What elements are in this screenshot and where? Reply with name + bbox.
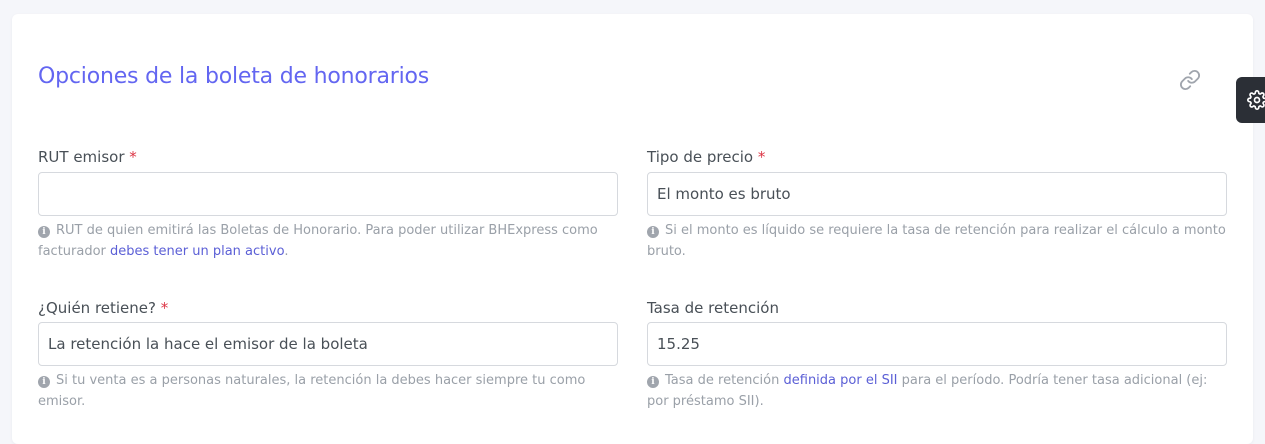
info-icon: i <box>647 226 659 238</box>
rut-emisor-input[interactable] <box>38 172 618 216</box>
info-icon: i <box>647 376 659 388</box>
tipo-precio-help-text: Si el monto es líquido se requiere la ta… <box>647 223 1226 259</box>
quien-retiene-help: i Si tu venta es a personas naturales, la… <box>38 370 618 412</box>
quien-retiene-help-text: Si tu venta es a personas naturales, la … <box>38 373 586 409</box>
rut-emisor-label: RUT emisor * <box>38 150 137 165</box>
tasa-retencion-help-text: Tasa de retención <box>665 373 784 388</box>
tasa-retencion-label-text: Tasa de retención <box>647 299 779 317</box>
settings-tab[interactable] <box>1236 77 1265 123</box>
tipo-precio-label: Tipo de precio * <box>647 150 765 165</box>
rut-emisor-label-text: RUT emisor <box>38 148 125 166</box>
quien-retiene-select[interactable]: La retención la hace el emisor de la bol… <box>38 322 618 366</box>
section-title: Opciones de la boleta de honorarios <box>38 64 430 89</box>
gear-icon <box>1247 90 1265 110</box>
required-marker: * <box>129 148 137 166</box>
tipo-precio-select[interactable]: El monto es bruto <box>647 172 1227 216</box>
tasa-retencion-help: i Tasa de retención definida por el SII p… <box>647 370 1227 412</box>
tipo-precio-label-text: Tipo de precio <box>647 148 754 166</box>
quien-retiene-value: La retención la hace el emisor de la bol… <box>48 335 368 353</box>
required-marker: * <box>757 148 766 166</box>
tasa-retencion-label: Tasa de retención <box>647 301 779 316</box>
info-icon: i <box>38 376 50 388</box>
link-icon[interactable] <box>1178 68 1202 92</box>
rut-emisor-help-after: . <box>284 244 289 259</box>
rut-emisor-help: i RUT de quien emitirá las Boletas de Hon… <box>38 220 618 262</box>
sii-rate-link[interactable]: definida por el SII <box>784 373 898 388</box>
plan-activo-link[interactable]: debes tener un plan activo <box>110 244 284 259</box>
required-marker: * <box>160 299 169 317</box>
tasa-retencion-input[interactable] <box>647 322 1227 366</box>
quien-retiene-label: ¿Quién retiene? * <box>38 301 168 316</box>
tipo-precio-help: i Si el monto es líquido se requiere la t… <box>647 220 1227 262</box>
info-icon: i <box>38 226 50 238</box>
tipo-precio-value: El monto es bruto <box>657 185 791 203</box>
options-card: Opciones de la boleta de honorarios RUT … <box>12 14 1253 444</box>
quien-retiene-label-text: ¿Quién retiene? <box>38 299 156 317</box>
